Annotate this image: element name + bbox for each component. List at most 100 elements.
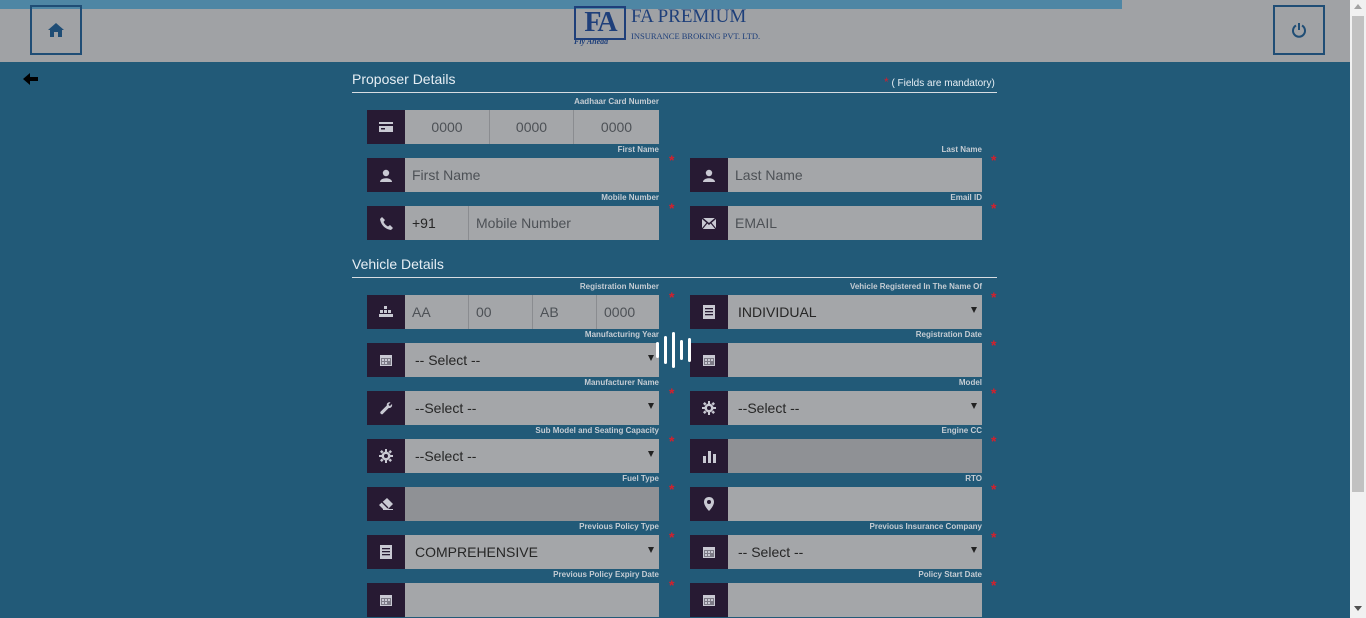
registration-district[interactable]: 00 [469,295,533,329]
required-star: * [669,481,675,497]
chevron-down-icon [648,355,654,361]
gear-icon [367,439,405,473]
user-icon [690,158,728,192]
prev-insurer-label: Previous Insurance Company [869,522,982,531]
prev-policy-type-label: Previous Policy Type [579,522,659,531]
location-icon [690,487,728,521]
manufacturer-label: Manufacturer Name [584,378,659,387]
section-divider [352,277,997,278]
aadhaar-field: 0000 0000 0000 [367,110,659,144]
policy-start-label: Policy Start Date [918,570,982,579]
scroll-up-arrow[interactable] [1354,4,1362,9]
email-field: EMAIL [690,206,982,240]
required-star: * [991,152,997,168]
submodel-select[interactable]: --Select -- [405,439,659,473]
prev-insurer-value: -- Select -- [738,544,804,560]
section-divider [352,92,997,93]
mobile-input[interactable]: Mobile Number [469,206,659,240]
prev-policy-type-select[interactable]: COMPREHENSIVE [405,535,659,569]
logo-name: FA PREMIUM [631,6,747,27]
email-label: Email ID [950,193,982,202]
company-logo: FA Fly Ahead FA PREMIUM INSURANCE BROKIN… [574,6,784,48]
model-field: --Select -- [690,391,982,425]
prev-expiry-label: Previous Policy Expiry Date [553,570,659,579]
registration-digits[interactable]: 0000 [597,295,659,329]
prev-expiry-field [367,583,659,617]
logout-button[interactable] [1273,5,1325,55]
aadhaar-part-3[interactable]: 0000 [574,110,659,144]
logo-subtitle: INSURANCE BROKING PVT. LTD. [631,31,761,41]
manufacturing-year-select[interactable]: -- Select -- [405,343,659,377]
fuel-type-label: Fuel Type [622,474,659,483]
user-icon [367,158,405,192]
registration-date-input[interactable] [728,343,982,377]
registration-state[interactable]: AA [405,295,469,329]
rto-input[interactable] [728,487,982,521]
mandatory-star: * [884,75,889,89]
registration-number-field: AA 00 AB 0000 [367,295,659,329]
phone-icon [367,206,405,240]
list-icon [367,535,405,569]
registration-series[interactable]: AB [533,295,597,329]
prev-expiry-input[interactable] [405,583,659,617]
bar-chart-icon [690,439,728,473]
top-header: FA Fly Ahead FA PREMIUM INSURANCE BROKIN… [0,0,1350,62]
mandatory-note: * ( Fields are mandatory) [884,75,995,89]
registration-date-label: Registration Date [915,330,982,339]
scroll-down-arrow[interactable] [1354,606,1362,611]
vehicle-section-title: Vehicle Details [352,256,444,272]
mobile-field: +91 Mobile Number [367,206,659,240]
required-star: * [991,433,997,449]
fuel-type-input[interactable] [405,487,659,521]
home-button[interactable] [30,5,82,55]
manufacturing-year-label: Manufacturing Year [584,330,659,339]
submodel-value: --Select -- [415,448,477,464]
aadhaar-part-1[interactable]: 0000 [405,110,490,144]
back-button[interactable] [22,70,40,88]
card-icon [367,110,405,144]
email-input[interactable]: EMAIL [728,206,982,240]
submodel-field: --Select -- [367,439,659,473]
policy-start-input[interactable] [728,583,982,617]
chevron-down-icon [971,307,977,313]
chevron-down-icon [648,451,654,457]
required-star: * [991,289,997,305]
first-name-field: First Name [367,158,659,192]
required-star: * [991,337,997,353]
registered-in-name-value: INDIVIDUAL [738,304,817,320]
eraser-icon [367,487,405,521]
calendar-icon [690,535,728,569]
chevron-down-icon [971,403,977,409]
registration-number-label: Registration Number [579,282,659,291]
submodel-label: Sub Model and Seating Capacity [535,426,659,435]
aadhaar-part-2[interactable]: 0000 [490,110,574,144]
engine-cc-input[interactable] [728,439,982,473]
required-star: * [669,200,675,216]
aadhaar-label: Aadhaar Card Number [574,97,659,106]
required-star: * [669,433,675,449]
rto-field [690,487,982,521]
model-select[interactable]: --Select -- [728,391,982,425]
registration-icon [367,295,405,329]
manufacturer-select[interactable]: --Select -- [405,391,659,425]
back-arrow-icon [23,73,38,85]
required-star: * [669,152,675,168]
list-icon [690,295,728,329]
last-name-input[interactable]: Last Name [728,158,982,192]
prev-policy-type-value: COMPREHENSIVE [415,544,538,560]
first-name-input[interactable]: First Name [405,158,659,192]
prev-insurer-select[interactable]: -- Select -- [728,535,982,569]
home-icon [48,23,64,37]
power-icon [1292,23,1306,38]
prev-policy-type-field: COMPREHENSIVE [367,535,659,569]
gear-icon [690,391,728,425]
required-star: * [669,289,675,305]
mobile-country-code[interactable]: +91 [405,206,469,240]
prev-insurer-field: -- Select -- [690,535,982,569]
manufacturer-field: --Select -- [367,391,659,425]
registered-in-name-select[interactable]: INDIVIDUAL [728,295,982,329]
required-star: * [991,481,997,497]
scroll-thumb[interactable] [1352,16,1364,492]
engine-cc-field [690,439,982,473]
mail-icon [690,206,728,240]
